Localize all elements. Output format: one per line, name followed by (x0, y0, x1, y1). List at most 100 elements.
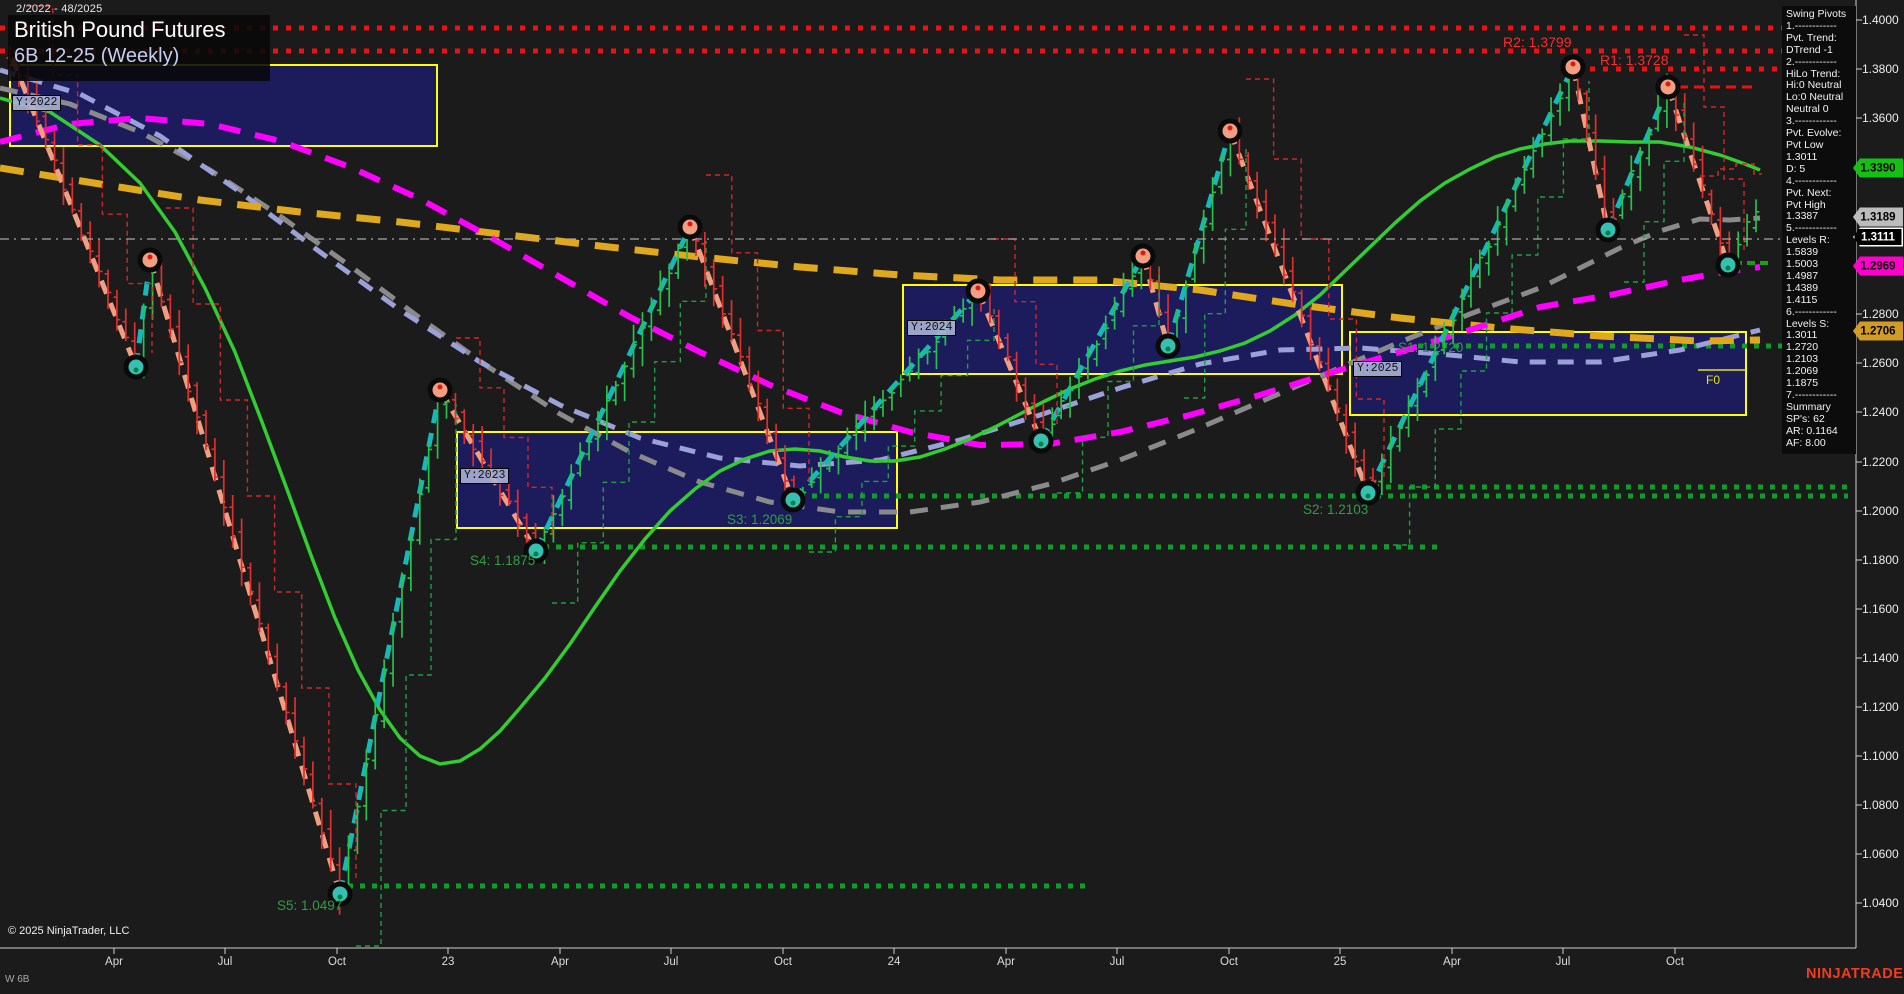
pivot-marker-dot (437, 384, 443, 390)
price-axis-label: 1.1600 (1862, 602, 1899, 616)
time-axis-label: 23 (441, 956, 455, 968)
year-range-box-Y-2023 (456, 431, 898, 529)
price-axis-label: 1.4000 (1862, 13, 1899, 27)
price-axis-label: 1.0400 (1862, 896, 1899, 910)
contract-and-period: 6B 12-25 (Weekly) (14, 45, 180, 67)
support-level-label: S5: 1.0497 (277, 898, 343, 913)
visible-date-range: 2/2022 - 48/2025 (16, 3, 103, 15)
time-axis-label: Jul (217, 956, 233, 968)
support-level-label: S3: 1.2069 (727, 512, 793, 527)
time-axis-label: Oct (774, 956, 792, 968)
time-axis-label: Jul (1109, 956, 1125, 968)
year-box-label: Y:2025 (1353, 361, 1403, 377)
support-level-label: S4: 1.1875 (470, 553, 536, 568)
price-axis-label: 1.1400 (1862, 651, 1899, 665)
time-axis-label: 25 (1333, 956, 1347, 968)
price-marker-badge: 1.3111 (1853, 227, 1903, 247)
time-axis-label: Apr (1443, 956, 1461, 968)
pivot-marker-dot (1365, 493, 1371, 499)
pivot-high-marker (427, 377, 453, 403)
time-axis-label: Oct (328, 956, 346, 968)
ninjatrader-chart-window: 2/2022 - 48/2025 British Pound Futures 6… (0, 0, 1904, 994)
pivot-low-marker (1595, 217, 1621, 243)
pivot-marker-dot (147, 254, 153, 260)
resistance-level-label: R2: 1.3799 (1503, 34, 1572, 50)
pivot-marker-dot (790, 500, 796, 506)
price-axis-label: 1.3600 (1862, 111, 1899, 125)
time-axis-label: Oct (1666, 956, 1684, 968)
swing-panel-line: AF: 8.00 (1786, 436, 1826, 449)
pivot-high-marker (1217, 118, 1243, 144)
swing-panel-line: SP's: 62 (1786, 412, 1825, 425)
bar-period-label: W 6B (5, 974, 30, 985)
pivot-marker-dot (133, 367, 139, 373)
pivot-marker-dot (1140, 250, 1146, 256)
instrument-title-box: British Pound Futures 6B 12-25 (Weekly) (8, 15, 270, 81)
pivot-low-marker (1028, 428, 1054, 454)
time-axis-label: Oct (1220, 956, 1238, 968)
pivot-marker-dot (687, 221, 693, 227)
swing-panel-line: 2.------------ (1786, 55, 1837, 68)
price-axis-label: 1.2800 (1862, 307, 1899, 321)
pivot-marker-dot (1570, 61, 1576, 67)
swing-panel-line: D: 5 (1786, 162, 1806, 175)
pivot-marker-dot (1227, 125, 1233, 131)
price-axis-label: 1.1200 (1862, 700, 1899, 714)
pivot-low-marker (123, 354, 149, 380)
swing-panel-line: 1.4115 (1786, 293, 1818, 306)
support-level-label: S2: 1.2103 (1303, 502, 1369, 517)
time-axis-label: Jul (1555, 956, 1571, 968)
pivot-marker-dot (1605, 230, 1611, 236)
swing-panel-line: 1.3011 (1786, 150, 1818, 163)
price-marker-badge: 1.3189 (1853, 207, 1903, 227)
pivot-marker-dot (975, 285, 981, 291)
swing-panel-line: Pvt. Next: (1786, 186, 1832, 199)
swing-panel-line: 6.------------ (1786, 305, 1837, 318)
f0-label: F0 (1706, 373, 1721, 387)
year-box-label: Y:2022 (12, 95, 62, 111)
support-level-label: S1: 1.2720 (1398, 340, 1464, 355)
pivot-high-marker (1560, 54, 1586, 80)
pivot-high-marker (1130, 243, 1156, 269)
swing-panel-line: 1.4389 (1786, 281, 1819, 294)
price-marker-badge: 1.2969 (1853, 256, 1903, 276)
pivot-high-marker (1655, 74, 1681, 100)
pivot-high-marker (677, 214, 703, 240)
pivot-marker-dot (1665, 81, 1671, 87)
price-chart-canvas[interactable] (0, 0, 1904, 994)
ninjatrader-logo: NINJATRADER (1806, 966, 1904, 982)
price-axis-label: 1.2600 (1862, 356, 1899, 370)
price-marker-badge: 1.3390 (1853, 158, 1903, 178)
pivot-marker-dot (1038, 441, 1044, 447)
price-axis-label: 1.3800 (1862, 62, 1899, 76)
swing-panel-line: AR: 0.1164 (1786, 424, 1838, 437)
pivot-low-marker (1355, 480, 1381, 506)
swing-panel-line: 4.------------ (1786, 174, 1837, 187)
swing-panel-line: DTrend -1 (1786, 43, 1833, 56)
swing-panel-line: Pvt. Trend: (1786, 31, 1837, 44)
instrument-name: British Pound Futures (14, 17, 226, 42)
pivot-low-marker (780, 487, 806, 513)
price-axis-label: 1.0800 (1862, 798, 1899, 812)
pivot-low-marker (1715, 252, 1741, 278)
swing-pivots-indicator-panel: Swing Pivots 1.------------ Pvt. Trend: DTr… (1782, 6, 1856, 454)
year-box-label: Y:2024 (907, 320, 957, 336)
price-marker-badge: 1.2706 (1853, 321, 1903, 341)
price-axis-label: 1.2400 (1862, 405, 1899, 419)
time-axis-label: Apr (551, 956, 569, 968)
copyright-text: © 2025 NinjaTrader, LLC (8, 925, 130, 937)
price-axis-label: 1.1800 (1862, 553, 1899, 567)
pivot-high-marker (137, 247, 163, 273)
pivot-low-marker (1155, 333, 1181, 359)
time-axis-label: 24 (887, 956, 901, 968)
price-axis-label: 1.2000 (1862, 504, 1899, 518)
price-axis-label: 1.0600 (1862, 847, 1899, 861)
year-box-label: Y:2023 (460, 468, 510, 484)
pivot-marker-dot (1165, 346, 1171, 352)
price-axis-label: 1.1000 (1862, 749, 1899, 763)
time-axis-label: Apr (997, 956, 1015, 968)
pivot-marker-dot (1725, 265, 1731, 271)
pivot-high-marker (965, 278, 991, 304)
resistance-level-label: R1: 1.3728 (1600, 52, 1669, 68)
time-axis-label: Apr (105, 956, 123, 968)
